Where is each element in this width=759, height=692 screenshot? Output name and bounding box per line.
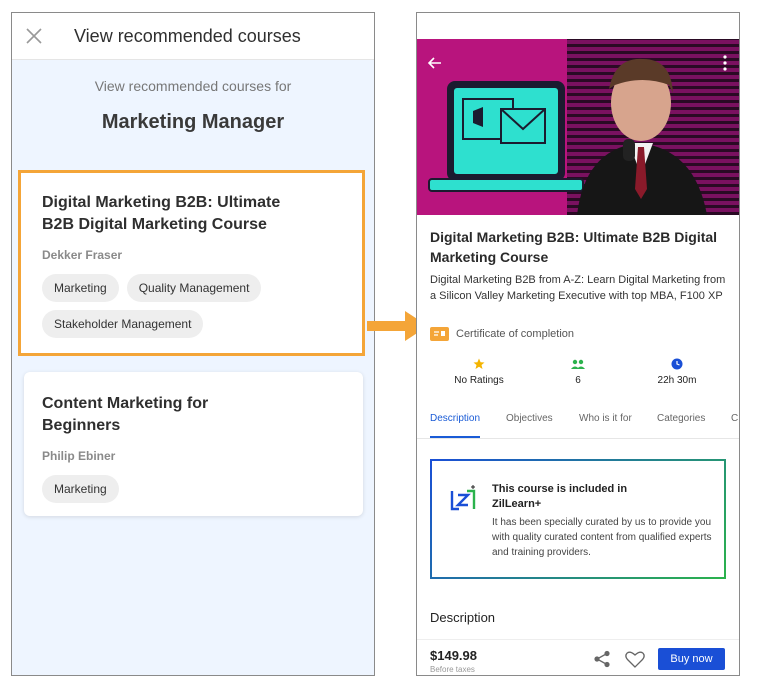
clock-icon (632, 357, 722, 371)
tag-list: Marketing (42, 475, 342, 503)
course-card[interactable]: Digital Marketing B2B: Ultimate B2B Digi… (18, 170, 365, 356)
course-stats: No Ratings 6 22h 30m (417, 357, 739, 393)
rating-stat: No Ratings (434, 357, 524, 386)
duration-stat: 22h 30m (632, 357, 722, 386)
course-hero-image (417, 39, 739, 215)
active-tab-indicator (430, 436, 480, 438)
certificate-label: Certificate of completion (456, 328, 574, 340)
duration-value: 22h 30m (657, 375, 697, 386)
price: $149.98 (430, 648, 477, 663)
zillearn-info-box: This course is included in ZilLearn+ It … (430, 459, 726, 579)
course-description: Digital Marketing B2B from A-Z: Learn Di… (430, 274, 726, 302)
tag-list: Marketing Quality Management Stakeholder… (42, 274, 342, 338)
back-arrow-icon[interactable] (427, 55, 443, 71)
tag-chip[interactable]: Marketing (42, 475, 119, 503)
course-author: Dekker Fraser (42, 248, 123, 262)
tab-description[interactable]: Description (430, 413, 480, 424)
tab-objectives[interactable]: Objectives (506, 413, 553, 424)
tab-more[interactable]: C (731, 413, 738, 424)
heart-icon[interactable] (625, 651, 645, 668)
description-heading: Description (430, 610, 496, 625)
course-author: Philip Ebiner (42, 449, 116, 463)
star-icon (434, 357, 524, 371)
course-title: Digital Marketing B2B: Ultimate B2B Digi… (430, 229, 718, 265)
price-note: Before taxes (430, 665, 475, 674)
users-icon (533, 357, 623, 371)
screen-header: View recommended courses (12, 13, 374, 60)
recommended-courses-screen: View recommended courses View recommende… (11, 12, 375, 676)
header-title: View recommended courses (74, 25, 301, 46)
course-title: Content Marketing for Beginners (42, 395, 209, 434)
learners-stat: 6 (533, 357, 623, 386)
course-title: Digital Marketing B2B: Ultimate B2B Digi… (42, 194, 281, 233)
certificate-row: Certificate of completion (430, 327, 574, 341)
share-icon[interactable] (593, 650, 611, 668)
recommendation-subtitle: View recommended courses for (94, 78, 292, 94)
purchase-bar: $149.98 Before taxes Buy now (417, 639, 739, 675)
course-card[interactable]: Content Marketing for Beginners Philip E… (24, 372, 363, 516)
learners-count: 6 (575, 375, 581, 386)
tab-categories[interactable]: Categories (657, 413, 705, 424)
hero-illustration (428, 58, 707, 215)
rating-value: No Ratings (454, 375, 504, 386)
zillearn-title: This course is included in (492, 483, 628, 495)
tag-chip[interactable]: Marketing (42, 274, 119, 302)
course-tabs: Description Objectives Who is it for Cat… (417, 409, 739, 439)
close-icon[interactable] (14, 13, 54, 60)
zillearn-logo-icon (450, 485, 476, 511)
certificate-icon (430, 327, 449, 341)
buy-now-button[interactable]: Buy now (658, 648, 725, 670)
more-vertical-icon[interactable] (723, 55, 727, 71)
tab-who-is-it-for[interactable]: Who is it for (579, 413, 632, 424)
tag-chip[interactable]: Quality Management (126, 274, 262, 302)
role-name: Marketing Manager (101, 111, 285, 133)
tag-chip[interactable]: Stakeholder Management (42, 310, 204, 338)
zillearn-brand: ZilLearn+ (492, 498, 542, 510)
zillearn-body: It has been specially curated by us to p… (492, 517, 712, 558)
course-detail-screen: Digital Marketing B2B: Ultimate B2B Digi… (416, 12, 740, 676)
